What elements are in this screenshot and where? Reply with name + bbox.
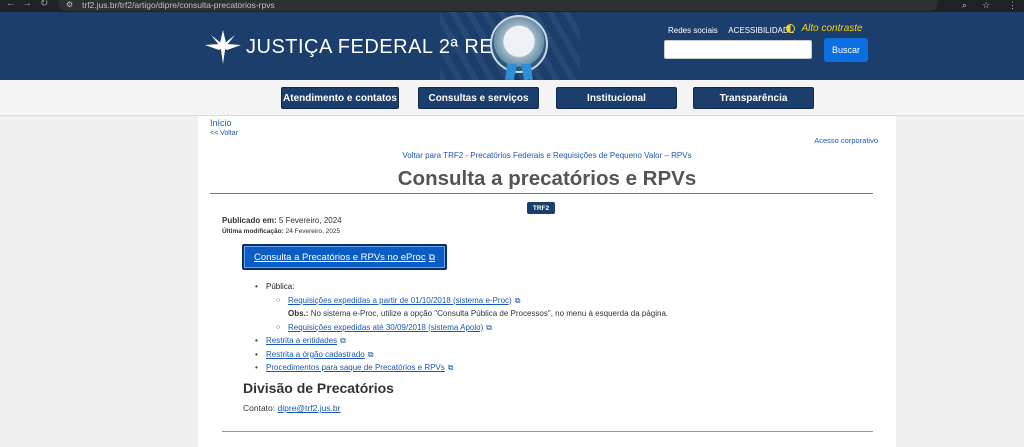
- eproc-button-label: Consulta a Precatórios e RPVs no eProc: [253, 251, 426, 263]
- justica-federal-logo-icon[interactable]: [205, 30, 241, 64]
- contact-label: Contato:: [243, 403, 276, 413]
- obs-text: No sistema e-Proc, utilize a opção "Cons…: [310, 309, 669, 318]
- list-item: Procedimentos para saque de Precatórios …: [254, 361, 668, 375]
- req-apolo-link[interactable]: Requisições expedidas até 30/09/2018 (si…: [288, 323, 483, 332]
- page-title: Consulta a precatórios e RPVs: [397, 167, 697, 190]
- public-label: Pública:: [266, 282, 295, 291]
- nav-atendimento[interactable]: Atendimento e contatos: [281, 87, 399, 109]
- bookmark-star-icon[interactable]: ☆: [982, 0, 990, 11]
- modified-label: Última modificação:: [222, 228, 284, 235]
- withdrawal-procedures-link[interactable]: Procedimentos para saque de Precatórios …: [266, 363, 445, 372]
- list-item: Restrita a entidades⧉: [254, 334, 668, 348]
- published-label: Publicado em:: [222, 216, 277, 225]
- header-top-links: Redes sociais ACESSIBILIDADE: [668, 22, 800, 35]
- external-link-icon: ⧉: [514, 295, 521, 305]
- nav-institucional[interactable]: Institucional: [556, 87, 677, 109]
- division-title: Divisão de Precatórios: [243, 380, 394, 396]
- breadcrumb-home[interactable]: Início: [210, 118, 232, 128]
- external-link-icon: ⧉: [340, 336, 346, 345]
- back-arrow-icon[interactable]: ←: [6, 0, 16, 10]
- restricted-entities-link[interactable]: Restrita a entidades: [266, 336, 337, 345]
- published-date: Publicado em: 5 Fevereiro, 2024: [222, 216, 342, 225]
- modified-date: Última modificação: 24 Fevereiro, 2025: [222, 228, 340, 235]
- title-divider: [210, 193, 873, 194]
- nav-consultas[interactable]: Consultas e serviços: [418, 87, 539, 109]
- search-input[interactable]: [664, 40, 812, 59]
- search-button[interactable]: Buscar: [824, 38, 868, 62]
- list-item: Requisições expedidas até 30/09/2018 (si…: [254, 321, 668, 335]
- published-value: 5 Fevereiro, 2024: [278, 216, 342, 225]
- external-link-icon: ⧉: [367, 349, 374, 359]
- back-link[interactable]: << Voltar: [210, 130, 238, 137]
- eproc-consult-button[interactable]: Consulta a Precatórios e RPVs no eProc ⧉: [242, 244, 447, 270]
- forward-arrow-icon[interactable]: →: [22, 0, 32, 10]
- list-item: Restrita a órgão cadastrado⧉: [254, 348, 668, 362]
- external-link-icon: ⧉: [486, 322, 492, 332]
- corporate-access-link[interactable]: Acesso corporativo: [814, 136, 878, 145]
- accessibility-link[interactable]: ACESSIBILIDADE: [728, 26, 794, 35]
- site-info-icon[interactable]: ⚙: [66, 0, 73, 10]
- seal-ribbon-icon: [505, 64, 533, 80]
- reload-icon[interactable]: ↻: [40, 0, 48, 10]
- address-url[interactable]: trf2.jus.br/trf2/artigo/dipre/consulta-p…: [82, 0, 275, 10]
- obs-note: Obs.: No sistema e-Proc, utilize a opção…: [254, 307, 668, 321]
- contrast-icon: [786, 24, 795, 34]
- browser-toolbar: ← → ↻ ⚙ trf2.jus.br/trf2/artigo/dipre/co…: [0, 0, 1024, 12]
- site-header: JUSTIÇA FEDERAL 2ª REGIÃO Redes sociais …: [0, 12, 1024, 80]
- high-contrast-toggle[interactable]: Alto contraste: [786, 20, 863, 38]
- modified-value: 24 Fevereiro, 2025: [285, 228, 341, 235]
- menu-dots-icon[interactable]: ⋮: [1008, 0, 1017, 11]
- main-content: Início << Voltar Acesso corporativo Volt…: [198, 116, 896, 447]
- contact-line: Contato: dipre@trf2.jus.br: [243, 403, 340, 413]
- req-eproc-link[interactable]: Requisições expedidas a partir de 01/10/…: [288, 296, 512, 305]
- back-to-parent-link[interactable]: Voltar para TRF2 - Precatórios Federais …: [198, 151, 896, 160]
- restricted-agency-link[interactable]: Restrita a órgão cadastrado: [266, 350, 365, 359]
- list-item: Requisições expedidas a partir de 01/10/…: [254, 294, 668, 308]
- contrast-label: Alto contraste: [801, 23, 863, 35]
- list-item: Pública:: [254, 280, 668, 294]
- main-nav: Atendimento e contatos Consultas e servi…: [0, 80, 1024, 116]
- contact-email-link[interactable]: dipre@trf2.jus.br: [278, 403, 341, 413]
- consult-options-list: Pública: Requisições expedidas a partir …: [254, 280, 668, 375]
- bottom-divider: [222, 431, 873, 432]
- obs-label: Obs.:: [288, 309, 309, 318]
- external-link-icon: ⧉: [447, 363, 454, 372]
- zoom-icon[interactable]: ⌕: [962, 0, 967, 11]
- nav-transparencia[interactable]: Transparência: [693, 87, 814, 109]
- trf2-badge[interactable]: TRF2: [527, 202, 555, 214]
- social-media-link[interactable]: Redes sociais: [668, 26, 718, 35]
- external-link-icon: ⧉: [428, 251, 436, 262]
